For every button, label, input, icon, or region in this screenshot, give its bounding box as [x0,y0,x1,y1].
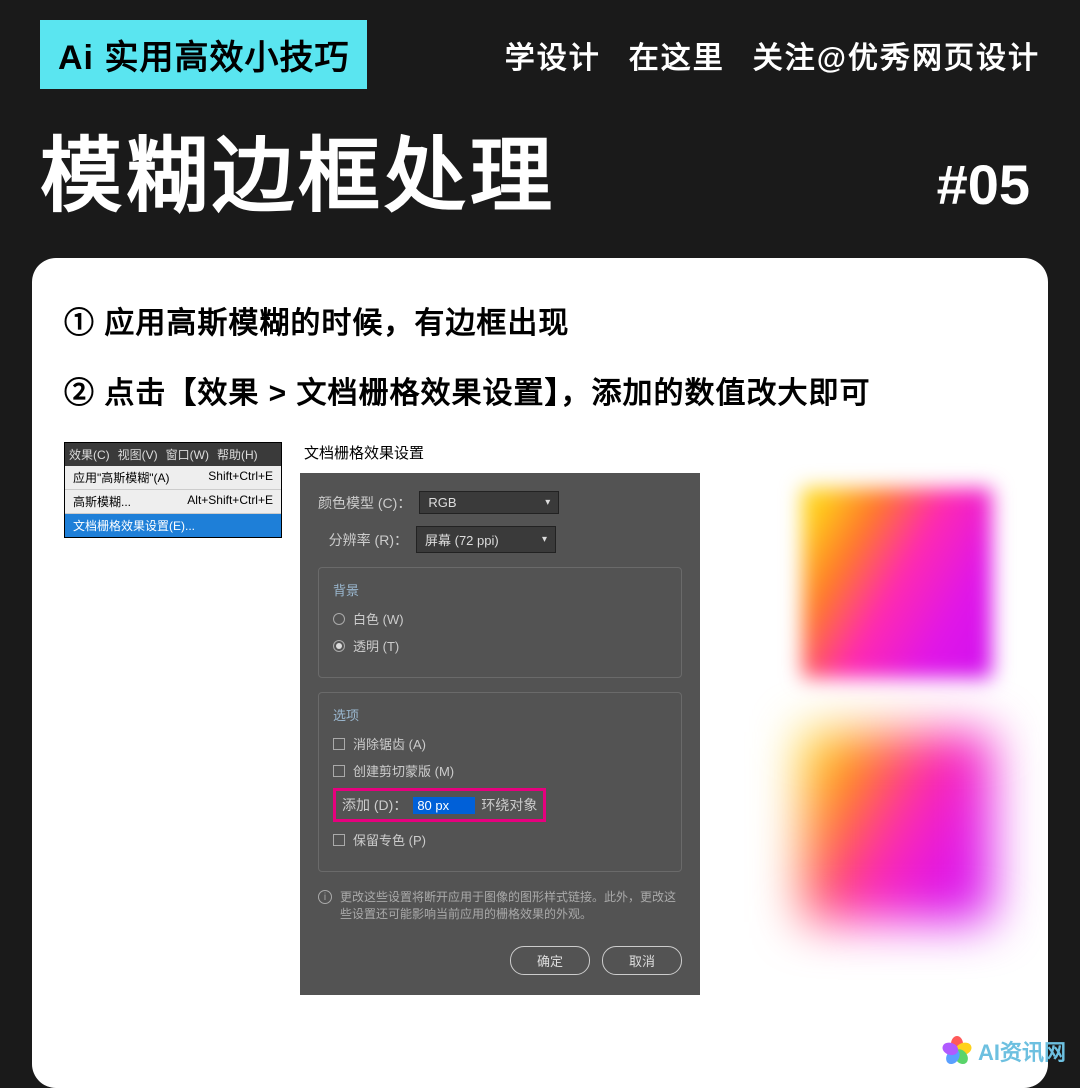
menu-item-gaussian-blur[interactable]: 高斯模糊... Alt+Shift+Ctrl+E [65,490,281,514]
chevron-down-icon: ▾ [542,534,547,545]
select-value: 屏幕 (72 ppi) [425,530,499,549]
gradient-preview-before [802,488,992,678]
menu-view[interactable]: 视图(V) [118,446,158,463]
tag-study: 学设计 [505,33,601,77]
dialog-title: 文档栅格效果设置 [300,442,700,463]
chevron-down-icon: ▾ [545,497,550,508]
header: Ai 实用高效小技巧 学设计 在这里 关注@优秀网页设计 [0,0,1080,89]
menu-help[interactable]: 帮助(H) [217,446,258,463]
menu-item-label: 文档栅格效果设置(E)... [73,517,195,534]
watermark: AI资讯网 [942,1035,1066,1067]
options-group: 选项 消除锯齿 (A) 创建剪切蒙版 (M) 添加 (D)： 80 px 环绕对… [318,692,682,872]
page-title: 模糊边框处理 [40,109,556,228]
check-label: 消除锯齿 (A) [353,734,426,753]
checkbox-icon [333,738,345,750]
menu-item-shortcut: Shift+Ctrl+E [208,469,273,486]
background-group: 背景 白色 (W) 透明 (T) [318,567,682,678]
color-model-row: 颜色模型 (C)： RGB ▾ [318,491,682,514]
menu-item-apply-blur[interactable]: 应用"高斯模糊"(A) Shift+Ctrl+E [65,466,281,490]
color-model-select[interactable]: RGB ▾ [419,491,559,514]
title-row: 模糊边框处理 #05 [0,89,1080,258]
step-1: ① 应用高斯模糊的时候，有边框出现 [64,298,1016,342]
menu-screenshot: 效果(C) 视图(V) 窗口(W) 帮助(H) 应用"高斯模糊"(A) Shif… [64,442,282,538]
checkbox-icon [333,765,345,777]
info-text: 更改这些设置将断开应用于图像的图形样式链接。此外，更改这些设置还可能影响当前应用… [340,888,682,922]
checkbox-icon [333,834,345,846]
info-icon: i [318,890,332,904]
menu-bar: 效果(C) 视图(V) 窗口(W) 帮助(H) [65,443,281,466]
tag-follow: 关注@优秀网页设计 [753,33,1040,77]
ok-button[interactable]: 确定 [510,946,590,975]
page-number: #05 [937,152,1030,217]
add-suffix: 环绕对象 [481,795,537,815]
add-value-input[interactable]: 80 px [413,797,475,814]
radio-label: 白色 (W) [353,609,404,628]
watermark-text: AI资讯网 [978,1035,1066,1067]
options-title: 选项 [333,705,667,724]
radio-label: 透明 (T) [353,636,399,655]
background-title: 背景 [333,580,667,599]
menu-item-shortcut: Alt+Shift+Ctrl+E [187,493,273,510]
radio-icon [333,613,345,625]
step-2: ② 点击【效果 > 文档栅格效果设置】，添加的数值改大即可 [64,368,1016,412]
dialog-column: 文档栅格效果设置 颜色模型 (C)： RGB ▾ 分辨率 (R)： 屏幕 (72… [300,442,700,995]
radio-icon [333,640,345,652]
resolution-label: 分辨率 (R)： [318,530,408,550]
check-spot[interactable]: 保留专色 (P) [333,830,667,849]
radio-white[interactable]: 白色 (W) [333,609,667,628]
menu-item-raster-settings[interactable]: 文档栅格效果设置(E)... [65,514,281,537]
series-badge: Ai 实用高效小技巧 [40,20,367,89]
check-clipmask[interactable]: 创建剪切蒙版 (M) [333,761,667,780]
gradient-previews [802,488,992,922]
resolution-row: 分辨率 (R)： 屏幕 (72 ppi) ▾ [318,526,682,553]
menu-window[interactable]: 窗口(W) [166,446,209,463]
radio-transparent[interactable]: 透明 (T) [333,636,667,655]
header-tags: 学设计 在这里 关注@优秀网页设计 [505,33,1040,77]
menu-item-label: 应用"高斯模糊"(A) [73,469,170,486]
tag-here: 在这里 [629,33,725,77]
flower-icon [942,1036,972,1066]
check-label: 创建剪切蒙版 (M) [353,761,454,780]
select-value: RGB [428,495,456,510]
gradient-preview-after [802,732,992,922]
resolution-select[interactable]: 屏幕 (72 ppi) ▾ [416,526,556,553]
menu-item-label: 高斯模糊... [73,493,131,510]
add-label: 添加 (D)： [342,795,407,815]
menu-effect[interactable]: 效果(C) [69,446,110,463]
info-row: i 更改这些设置将断开应用于图像的图形样式链接。此外，更改这些设置还可能影响当前… [318,888,682,922]
menu-dropdown: 应用"高斯模糊"(A) Shift+Ctrl+E 高斯模糊... Alt+Shi… [65,466,281,537]
color-model-label: 颜色模型 (C)： [318,493,411,513]
raster-dialog: 颜色模型 (C)： RGB ▾ 分辨率 (R)： 屏幕 (72 ppi) ▾ 背… [300,473,700,995]
add-around-row: 添加 (D)： 80 px 环绕对象 [333,788,546,822]
check-label: 保留专色 (P) [353,830,426,849]
cancel-button[interactable]: 取消 [602,946,682,975]
content-card: ① 应用高斯模糊的时候，有边框出现 ② 点击【效果 > 文档栅格效果设置】，添加… [32,258,1048,1088]
check-antialias[interactable]: 消除锯齿 (A) [333,734,667,753]
dialog-buttons: 确定 取消 [318,946,682,975]
